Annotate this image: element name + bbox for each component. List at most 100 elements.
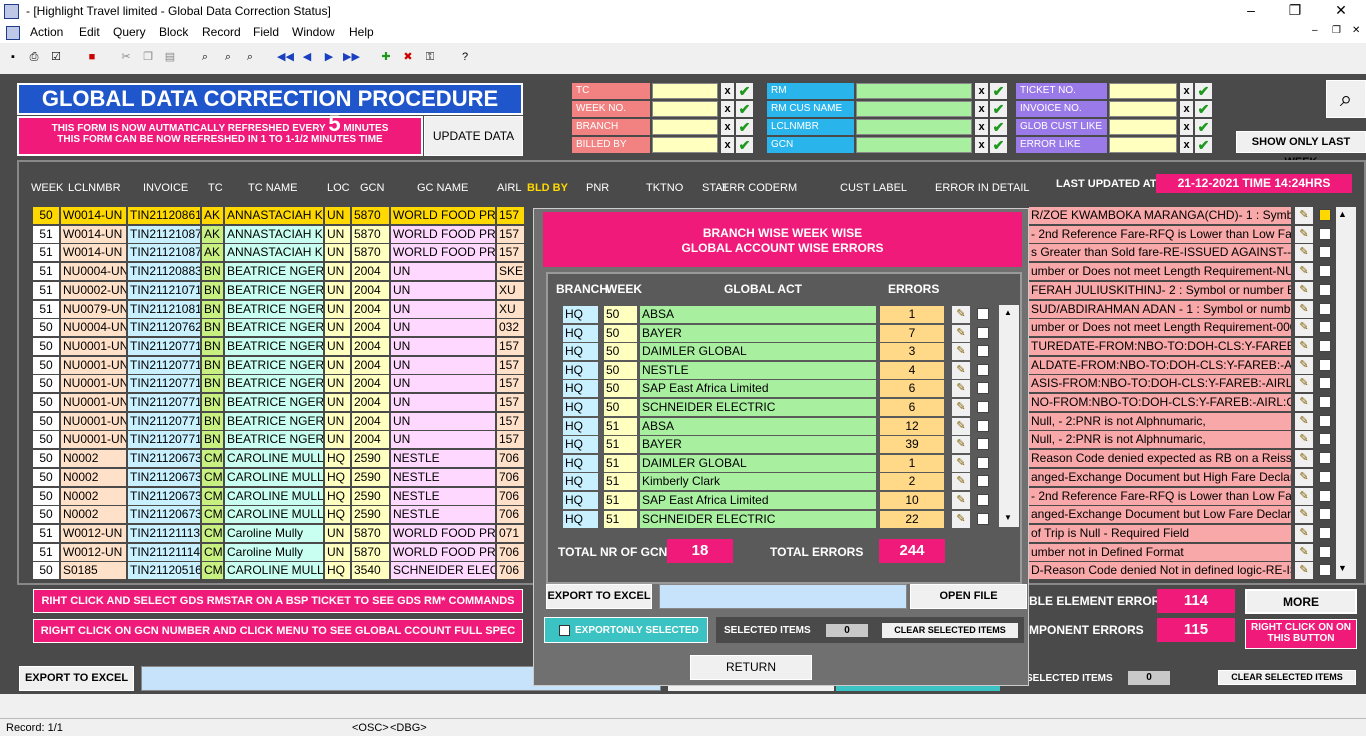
grid-cell[interactable]: 3540 (352, 562, 389, 580)
grid-cell[interactable]: BEATRICE NGERE (225, 412, 323, 430)
grid-cell[interactable]: UN (325, 524, 350, 542)
row-select-checkbox[interactable] (1319, 283, 1331, 296)
menu-record[interactable]: Record (202, 25, 241, 39)
filter-input[interactable] (1109, 101, 1177, 117)
grid-cell[interactable]: WORLD FOOD PRO (391, 207, 495, 224)
grid-cell[interactable]: UN (391, 337, 495, 355)
grid-cell[interactable]: WORLD FOOD PRO (391, 225, 495, 243)
popup-cell[interactable]: HQ (563, 436, 598, 454)
popup-cell[interactable]: 51 (604, 473, 637, 491)
grid-cell[interactable]: WORLD FOOD PRO (391, 244, 495, 262)
filter-clear-button[interactable]: x (975, 83, 988, 99)
grid-cell[interactable]: TIN21120771 (128, 356, 200, 374)
popup-cell[interactable]: HQ (563, 510, 598, 528)
cancel-query-icon[interactable]: ⌕ (242, 50, 258, 65)
popup-cell[interactable]: SAP East Africa Limited (640, 380, 876, 398)
grid-cell[interactable]: 5870 (352, 543, 389, 561)
popup-cell[interactable]: 50 (604, 324, 637, 342)
menu-window[interactable]: Window (292, 25, 335, 39)
filter-apply-icon[interactable]: ✔ (1195, 101, 1212, 117)
filter-apply-icon[interactable]: ✔ (990, 83, 1007, 99)
edit-record-icon[interactable]: ✎ (1295, 543, 1313, 561)
grid-cell[interactable]: BEATRICE NGERE (225, 281, 323, 299)
grid-cell[interactable]: HQ (325, 450, 350, 468)
grid-cell[interactable]: TIN21120673 (128, 487, 200, 505)
grid-cell[interactable]: UN (325, 431, 350, 449)
grid-cell[interactable]: TIN21121071 (128, 281, 200, 299)
grid-cell[interactable]: AK (202, 225, 223, 243)
grid-cell[interactable]: 2004 (352, 356, 389, 374)
grid-cell[interactable]: 5870 (352, 524, 389, 542)
popup-cell[interactable]: 50 (604, 399, 637, 416)
menu-query[interactable]: Query (113, 25, 146, 39)
popup-edit-icon[interactable]: ✎ (952, 473, 970, 491)
popup-edit-icon[interactable]: ✎ (952, 492, 970, 509)
cut-icon[interactable]: ✂ (118, 50, 134, 65)
grid-cell[interactable]: BN (202, 300, 223, 318)
export-only-selected-toggle[interactable]: EXPORTONLY SELECTED (544, 617, 708, 643)
grid-cell[interactable]: TIN21121081 (128, 300, 200, 318)
row-select-checkbox[interactable] (1319, 489, 1331, 502)
grid-cell[interactable]: 50 (33, 450, 59, 468)
edit-record-icon[interactable]: ✎ (1295, 244, 1313, 262)
grid-cell[interactable]: NU0079-UN (61, 300, 126, 318)
popup-cell[interactable]: DAIMLER GLOBAL (640, 454, 876, 472)
grid-cell[interactable]: TIN21121114 (128, 543, 200, 561)
filter-input[interactable] (1109, 83, 1177, 99)
return-button[interactable]: RETURN (690, 655, 812, 680)
grid-cell[interactable]: 50 (33, 562, 59, 580)
grid-cell[interactable]: TIN21121087 (128, 244, 200, 262)
filter-apply-icon[interactable]: ✔ (736, 137, 753, 153)
popup-cell[interactable]: 1 (880, 306, 944, 323)
grid-cell[interactable]: 157 (497, 412, 524, 430)
popup-cell[interactable]: HQ (563, 473, 598, 491)
popup-cell[interactable]: 22 (880, 510, 944, 528)
grid-cell[interactable]: AK (202, 244, 223, 262)
popup-cell[interactable]: 51 (604, 436, 637, 454)
grid-error-cell[interactable]: R/ZOE KWAMBOKA MARANGA(CHD)- 1 : Symbol … (1029, 207, 1291, 224)
grid-error-cell[interactable]: anged-Exchange Document but High Fare De… (1029, 468, 1291, 486)
grid-cell[interactable]: 2004 (352, 412, 389, 430)
popup-scroll-up-icon[interactable]: ▲ (1004, 308, 1012, 317)
edit-record-icon[interactable]: ✎ (1295, 337, 1313, 355)
scroll-up-icon[interactable]: ▲ (1338, 209, 1347, 219)
grid-error-cell[interactable]: anged-Exchange Document but Low Fare Dec… (1029, 506, 1291, 524)
grid-cell[interactable]: 157 (497, 356, 524, 374)
grid-cell[interactable]: UN (391, 356, 495, 374)
grid-error-cell[interactable]: D-Reason Code denied Not in defined logi… (1029, 562, 1291, 580)
grid-cell[interactable]: 2590 (352, 450, 389, 468)
popup-edit-icon[interactable]: ✎ (952, 399, 970, 416)
grid-cell[interactable]: CAROLINE MULLY (225, 562, 323, 580)
popup-cell[interactable]: 51 (604, 510, 637, 528)
grid-cell[interactable]: BEATRICE NGERE (225, 300, 323, 318)
popup-cell[interactable]: 1 (880, 454, 944, 472)
grid-cell[interactable]: ANNASTACIAH KIL (225, 207, 323, 224)
edit-record-icon[interactable]: ✎ (1295, 431, 1313, 449)
grid-cell[interactable]: XU (497, 281, 524, 299)
grid-cell[interactable]: 2004 (352, 300, 389, 318)
edit-record-icon[interactable]: ✎ (1295, 506, 1313, 524)
grid-cell[interactable]: 2004 (352, 375, 389, 393)
grid-cell[interactable]: TIN21120771 (128, 431, 200, 449)
grid-cell[interactable]: BN (202, 431, 223, 449)
grid-cell[interactable]: BEATRICE NGERE (225, 356, 323, 374)
popup-cell[interactable]: HQ (563, 380, 598, 398)
grid-cell[interactable]: 157 (497, 431, 524, 449)
grid-cell[interactable]: 157 (497, 394, 524, 411)
row-select-checkbox[interactable] (1319, 339, 1331, 352)
filter-input[interactable] (652, 101, 718, 117)
grid-cell[interactable]: UN (325, 337, 350, 355)
copy-icon[interactable]: ❐ (140, 50, 156, 65)
filter-input[interactable] (652, 137, 718, 153)
export-only-selected-checkbox[interactable] (559, 625, 570, 636)
grid-cell[interactable]: NU0004-UN (61, 263, 126, 281)
grid-cell[interactable]: CM (202, 450, 223, 468)
grid-cell[interactable]: UN (391, 263, 495, 281)
grid-cell[interactable]: 50 (33, 412, 59, 430)
popup-cell[interactable]: HQ (563, 324, 598, 342)
edit-record-icon[interactable]: ✎ (1295, 412, 1313, 430)
grid-cell[interactable]: 51 (33, 225, 59, 243)
grid-cell[interactable]: 706 (497, 468, 524, 486)
edit-record-icon[interactable]: ✎ (1295, 468, 1313, 486)
grid-cell[interactable]: S0185 (61, 562, 126, 580)
